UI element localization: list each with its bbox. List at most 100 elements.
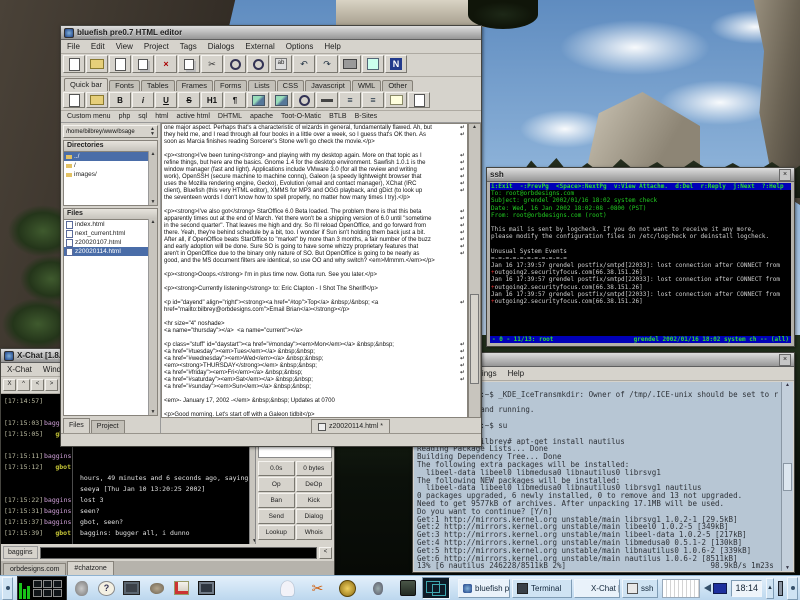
panel-hide-left-button[interactable] (2, 577, 13, 600)
toolbar-button[interactable]: ↷ (316, 55, 338, 73)
directory-item[interactable]: images/ (64, 170, 149, 179)
userlist-button[interactable]: Ban (258, 493, 295, 508)
bluefish-menu-item[interactable]: Project (144, 42, 169, 51)
quickbar-tab[interactable]: Javascript (305, 80, 351, 91)
custom-menu-item[interactable]: BTLB (329, 113, 347, 120)
quickbar-button[interactable]: ¶ (224, 92, 246, 108)
tray-item[interactable] (277, 578, 298, 599)
quickbar-button[interactable]: ≡ (339, 92, 361, 108)
userlist-button[interactable]: Lookup (258, 525, 295, 540)
file-item[interactable]: next_current.html (64, 229, 149, 238)
quickbar-tab[interactable]: Lists (248, 80, 275, 91)
close-tab-button[interactable]: X (3, 379, 16, 391)
file-item[interactable]: z20020114.html (64, 247, 149, 256)
userlist-button[interactable]: Kick (296, 493, 333, 508)
userlist-button[interactable]: Whois (296, 525, 333, 540)
userlist-button[interactable]: Op (258, 477, 295, 492)
quickbar-button[interactable] (385, 92, 407, 108)
toolbar-button[interactable] (247, 55, 269, 73)
bluefish-menu-item[interactable]: Dialogs (208, 42, 235, 51)
monitor-applet[interactable] (17, 576, 67, 600)
custom-menu-item[interactable]: B-Sites (355, 113, 378, 120)
nick-label[interactable]: baggins (3, 546, 38, 559)
message-input[interactable] (40, 547, 317, 559)
quickbar-button[interactable]: ≡ (362, 92, 384, 108)
prev-button[interactable]: < (31, 379, 44, 391)
mutt-terminal[interactable]: i:Exit -:PrevPg <Space>:NextPg v:View At… (490, 183, 791, 343)
quickbar-button[interactable] (408, 92, 430, 108)
directory-item[interactable]: ../ (64, 152, 149, 161)
sidebar-tab[interactable]: Project (91, 420, 125, 433)
toolbar-button[interactable]: ✂ (201, 55, 223, 73)
toolbar-button[interactable] (109, 55, 131, 73)
launcher[interactable] (171, 578, 192, 599)
custom-menu-item[interactable]: html (155, 113, 168, 120)
quickbar-tab[interactable]: Quick bar (64, 78, 108, 91)
tray-item[interactable] (367, 578, 388, 599)
screenshot-applet-icon[interactable] (778, 581, 783, 596)
close-icon[interactable]: × (779, 354, 791, 366)
launcher[interactable] (196, 578, 217, 599)
volume-applet[interactable] (704, 583, 727, 594)
clock-applet[interactable]: 18:14 (731, 580, 762, 597)
quickbar-button[interactable] (293, 92, 315, 108)
tray-item[interactable]: ✂ (307, 578, 328, 599)
toolbar-button[interactable] (224, 55, 246, 73)
userlist-button[interactable]: Dialog (296, 509, 333, 524)
custom-menu-item[interactable]: DHTML (218, 113, 242, 120)
userlist-button[interactable]: 0 bytes (296, 461, 333, 476)
file-item[interactable]: z20020107.html (64, 238, 149, 247)
path-combo[interactable]: /home/bilbrey/www/bsage ▲▼ (63, 125, 158, 138)
editor-text-area[interactable]: one major aspect. Perhaps that's a chara… (161, 123, 468, 418)
custom-menu-item[interactable]: Toot-O-Matic (281, 113, 321, 120)
launcher[interactable] (71, 578, 92, 599)
history-button[interactable]: < (319, 547, 332, 559)
launcher[interactable] (121, 578, 142, 599)
toolbar-button[interactable]: ab (270, 55, 292, 73)
quickbar-button[interactable]: U (155, 92, 177, 108)
quickbar-button[interactable]: i (132, 92, 154, 108)
document-tab[interactable]: z20020114.html * (311, 419, 390, 433)
sidebar-tab[interactable]: Files (63, 418, 90, 433)
quickbar-button[interactable]: B (109, 92, 131, 108)
toolbar-button[interactable] (178, 55, 200, 73)
panel-up-arrow-button[interactable]: ▲ (766, 578, 774, 599)
toolbar-button[interactable] (86, 55, 108, 73)
quickbar-tab[interactable]: WML (352, 80, 382, 91)
bluefish-menu-item[interactable]: Options (286, 42, 314, 51)
toolbar-button[interactable] (132, 55, 154, 73)
quickbar-button[interactable] (86, 92, 108, 108)
quickbar-button[interactable]: S (178, 92, 200, 108)
bluefish-menu-item[interactable]: Tags (180, 42, 197, 51)
files-header[interactable]: Files (64, 209, 157, 220)
toolbar-button[interactable]: × (155, 55, 177, 73)
terminal-menu-item[interactable]: Help (508, 369, 524, 378)
quickbar-button[interactable]: H1 (201, 92, 223, 108)
task-xchat[interactable]: X-Chat [1.8... (574, 579, 620, 598)
bluefish-menu-item[interactable]: Edit (91, 42, 105, 51)
quickbar-button[interactable] (270, 92, 292, 108)
files-scrollbar[interactable]: ▲▼ (148, 219, 157, 415)
editor-scrollbar[interactable]: ▲ (468, 123, 481, 418)
directory-item[interactable]: / (64, 161, 149, 170)
bluefish-menu-item[interactable]: Help (324, 42, 340, 51)
bluefish-titlebar[interactable]: bluefish pre0.7 HTML editor (61, 26, 481, 40)
toolbar-button[interactable] (362, 55, 384, 73)
custom-menu-item[interactable]: active html (176, 113, 209, 120)
channel-tab[interactable]: orbdesigns.com (3, 563, 66, 575)
up-button[interactable]: ^ (17, 379, 30, 391)
striped-applet[interactable] (662, 579, 700, 598)
quickbar-tab[interactable]: Forms (214, 80, 247, 91)
toolbar-button[interactable] (339, 55, 361, 73)
quickbar-tab[interactable]: CSS (277, 80, 304, 91)
custom-menu-item[interactable]: php (119, 113, 131, 120)
close-icon[interactable]: × (779, 169, 791, 181)
task-bluefish[interactable]: bluefish pre0... (458, 579, 510, 598)
quickbar-button[interactable] (63, 92, 85, 108)
quickbar-button[interactable] (316, 92, 338, 108)
scrollbar-thumb[interactable] (470, 294, 479, 384)
toolbar-button[interactable]: N (385, 55, 407, 73)
quickbar-button[interactable] (247, 92, 269, 108)
desk-guide-pager[interactable] (422, 577, 450, 599)
terminal-scrollbar[interactable]: ▲▼ (781, 382, 793, 571)
